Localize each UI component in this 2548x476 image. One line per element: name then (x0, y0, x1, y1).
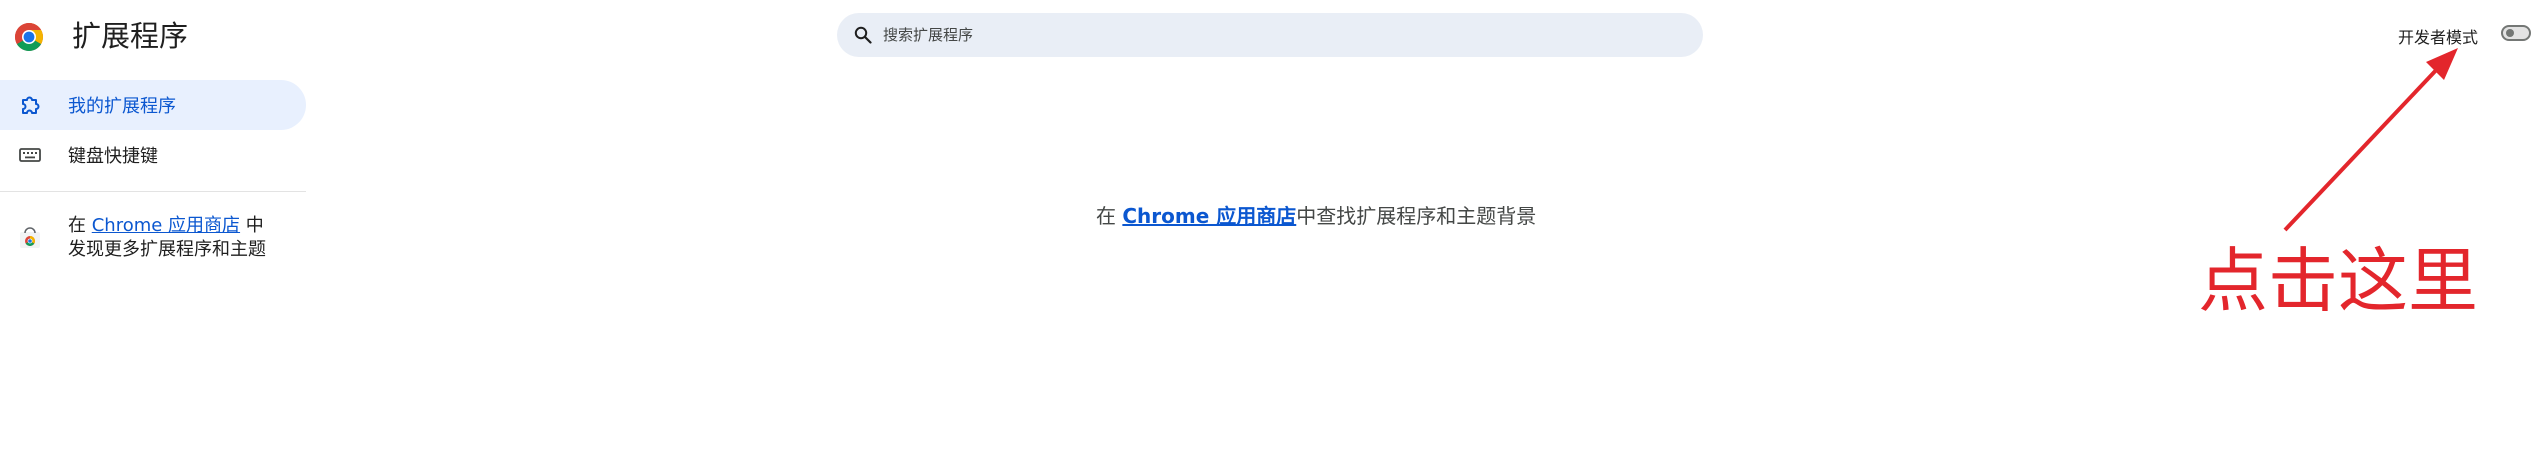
web-store-promo-text: 在 Chrome 应用商店 中发现更多扩展程序和主题 (68, 214, 278, 262)
page-title: 扩展程序 (72, 19, 189, 53)
search-icon (853, 25, 873, 45)
sidebar-item-label: 我的扩展程序 (68, 96, 176, 117)
web-store-promo: 在 Chrome 应用商店 中发现更多扩展程序和主题 (0, 210, 306, 270)
toggle-knob (2506, 29, 2514, 37)
chrome-logo-icon (14, 22, 44, 52)
sidebar-item-keyboard-shortcuts[interactable]: 键盘快捷键 (0, 130, 306, 180)
search-input[interactable] (883, 26, 1663, 44)
search-box[interactable] (837, 13, 1703, 57)
extension-puzzle-icon (18, 93, 42, 117)
keyboard-icon (18, 143, 42, 167)
sidebar-item-label: 键盘快捷键 (68, 146, 158, 167)
empty-suffix: 中查找扩展程序和主题背景 (1296, 204, 1537, 228)
empty-prefix: 在 (1096, 204, 1123, 228)
developer-mode-toggle[interactable] (2501, 25, 2531, 41)
developer-mode-label: 开发者模式 (2398, 28, 2479, 47)
promo-prefix: 在 (68, 215, 92, 236)
sidebar-item-my-extensions[interactable]: 我的扩展程序 (0, 80, 306, 130)
annotation-arrow (2283, 48, 2458, 232)
extensions-page: 扩展程序 开发者模式 我的扩展程序 (0, 0, 2548, 476)
chrome-web-store-link-main[interactable]: Chrome 应用商店 (1122, 204, 1296, 228)
chrome-web-store-icon (18, 226, 44, 252)
annotation-label: 点击这里 (2198, 240, 2478, 322)
empty-state-message: 在 Chrome 应用商店中查找扩展程序和主题背景 (1096, 200, 1536, 229)
sidebar-divider (0, 191, 306, 192)
chrome-web-store-link[interactable]: Chrome 应用商店 (92, 215, 240, 236)
